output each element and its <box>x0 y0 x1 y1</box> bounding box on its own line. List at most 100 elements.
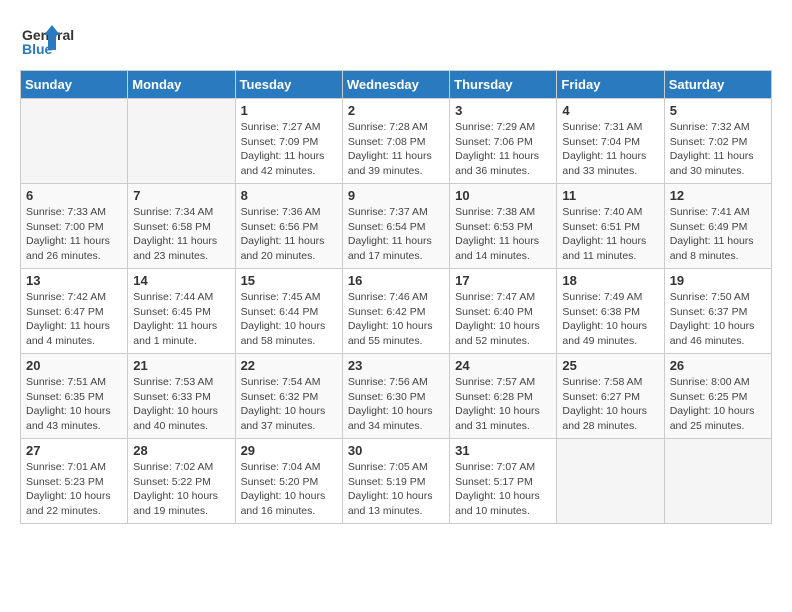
calendar-cell: 8Sunrise: 7:36 AMSunset: 6:56 PMDaylight… <box>235 184 342 269</box>
day-number: 14 <box>133 273 229 288</box>
day-info: Sunrise: 7:47 AMSunset: 6:40 PMDaylight:… <box>455 290 551 349</box>
day-number: 6 <box>26 188 122 203</box>
day-number: 28 <box>133 443 229 458</box>
day-number: 13 <box>26 273 122 288</box>
week-row-4: 20 Sunrise: 7:51 AMSunset: 6:35 PMDayligh… <box>21 354 772 439</box>
day-number: 25 <box>562 358 658 373</box>
day-info: Sunrise: 7:27 AMSunset: 7:09 PMDaylight:… <box>241 120 337 179</box>
svg-text:Blue: Blue <box>22 41 53 57</box>
calendar-cell: 19 Sunrise: 7:50 AMSunset: 6:37 PMDayligh… <box>664 269 771 354</box>
day-number: 19 <box>670 273 766 288</box>
column-header-friday: Friday <box>557 71 664 99</box>
day-info: Sunrise: 7:40 AMSunset: 6:51 PMDaylight:… <box>562 205 658 264</box>
calendar-cell: 10 Sunrise: 7:38 AMSunset: 6:53 PMDayligh… <box>450 184 557 269</box>
day-info: Sunrise: 7:54 AMSunset: 6:32 PMDaylight:… <box>241 375 337 434</box>
logo-icon: General Blue <box>20 20 100 60</box>
day-number: 4 <box>562 103 658 118</box>
day-number: 24 <box>455 358 551 373</box>
calendar-cell <box>21 99 128 184</box>
week-row-3: 13 Sunrise: 7:42 AMSunset: 6:47 PMDayligh… <box>21 269 772 354</box>
calendar-cell: 22 Sunrise: 7:54 AMSunset: 6:32 PMDayligh… <box>235 354 342 439</box>
day-number: 27 <box>26 443 122 458</box>
day-info: Sunrise: 8:00 AMSunset: 6:25 PMDaylight:… <box>670 375 766 434</box>
day-info: Sunrise: 7:50 AMSunset: 6:37 PMDaylight:… <box>670 290 766 349</box>
calendar-cell: 25Sunrise: 7:58 AMSunset: 6:27 PMDayligh… <box>557 354 664 439</box>
day-number: 1 <box>241 103 337 118</box>
day-number: 30 <box>348 443 444 458</box>
day-info: Sunrise: 7:05 AMSunset: 5:19 PMDaylight:… <box>348 460 444 519</box>
column-header-saturday: Saturday <box>664 71 771 99</box>
calendar-cell: 11 Sunrise: 7:40 AMSunset: 6:51 PMDayligh… <box>557 184 664 269</box>
calendar-cell: 6 Sunrise: 7:33 AMSunset: 7:00 PMDaylight… <box>21 184 128 269</box>
day-info: Sunrise: 7:57 AMSunset: 6:28 PMDaylight:… <box>455 375 551 434</box>
day-number: 18 <box>562 273 658 288</box>
day-info: Sunrise: 7:07 AMSunset: 5:17 PMDaylight:… <box>455 460 551 519</box>
calendar-cell: 1 Sunrise: 7:27 AMSunset: 7:09 PMDaylight… <box>235 99 342 184</box>
day-number: 17 <box>455 273 551 288</box>
logo: General Blue <box>20 20 100 60</box>
column-header-tuesday: Tuesday <box>235 71 342 99</box>
calendar-cell: 18Sunrise: 7:49 AMSunset: 6:38 PMDayligh… <box>557 269 664 354</box>
day-info: Sunrise: 7:53 AMSunset: 6:33 PMDaylight:… <box>133 375 229 434</box>
column-header-monday: Monday <box>128 71 235 99</box>
day-number: 29 <box>241 443 337 458</box>
week-row-2: 6 Sunrise: 7:33 AMSunset: 7:00 PMDaylight… <box>21 184 772 269</box>
calendar-cell: 27 Sunrise: 7:01 AMSunset: 5:23 PMDayligh… <box>21 439 128 524</box>
day-info: Sunrise: 7:56 AMSunset: 6:30 PMDaylight:… <box>348 375 444 434</box>
day-number: 21 <box>133 358 229 373</box>
day-info: Sunrise: 7:37 AMSunset: 6:54 PMDaylight:… <box>348 205 444 264</box>
calendar-cell: 12Sunrise: 7:41 AMSunset: 6:49 PMDayligh… <box>664 184 771 269</box>
column-header-thursday: Thursday <box>450 71 557 99</box>
calendar-cell: 7Sunrise: 7:34 AMSunset: 6:58 PMDaylight… <box>128 184 235 269</box>
calendar-cell: 26Sunrise: 8:00 AMSunset: 6:25 PMDayligh… <box>664 354 771 439</box>
calendar-cell: 13 Sunrise: 7:42 AMSunset: 6:47 PMDayligh… <box>21 269 128 354</box>
day-number: 15 <box>241 273 337 288</box>
day-info: Sunrise: 7:45 AMSunset: 6:44 PMDaylight:… <box>241 290 337 349</box>
day-number: 22 <box>241 358 337 373</box>
day-number: 10 <box>455 188 551 203</box>
day-number: 20 <box>26 358 122 373</box>
calendar-cell: 9Sunrise: 7:37 AMSunset: 6:54 PMDaylight… <box>342 184 449 269</box>
day-number: 8 <box>241 188 337 203</box>
day-info: Sunrise: 7:38 AMSunset: 6:53 PMDaylight:… <box>455 205 551 264</box>
day-info: Sunrise: 7:33 AMSunset: 7:00 PMDaylight:… <box>26 205 122 264</box>
calendar-cell: 14Sunrise: 7:44 AMSunset: 6:45 PMDayligh… <box>128 269 235 354</box>
calendar-cell: 24 Sunrise: 7:57 AMSunset: 6:28 PMDayligh… <box>450 354 557 439</box>
calendar-cell: 5 Sunrise: 7:32 AMSunset: 7:02 PMDaylight… <box>664 99 771 184</box>
column-header-sunday: Sunday <box>21 71 128 99</box>
calendar-cell: 3Sunrise: 7:29 AMSunset: 7:06 PMDaylight… <box>450 99 557 184</box>
calendar-cell: 23 Sunrise: 7:56 AMSunset: 6:30 PMDayligh… <box>342 354 449 439</box>
week-row-5: 27 Sunrise: 7:01 AMSunset: 5:23 PMDayligh… <box>21 439 772 524</box>
day-info: Sunrise: 7:42 AMSunset: 6:47 PMDaylight:… <box>26 290 122 349</box>
calendar-cell: 31Sunrise: 7:07 AMSunset: 5:17 PMDayligh… <box>450 439 557 524</box>
calendar-cell <box>557 439 664 524</box>
calendar-cell <box>128 99 235 184</box>
day-info: Sunrise: 7:04 AMSunset: 5:20 PMDaylight:… <box>241 460 337 519</box>
calendar-cell: 29 Sunrise: 7:04 AMSunset: 5:20 PMDayligh… <box>235 439 342 524</box>
column-header-wednesday: Wednesday <box>342 71 449 99</box>
day-info: Sunrise: 7:01 AMSunset: 5:23 PMDaylight:… <box>26 460 122 519</box>
day-number: 16 <box>348 273 444 288</box>
calendar-cell: 4 Sunrise: 7:31 AMSunset: 7:04 PMDaylight… <box>557 99 664 184</box>
week-row-1: 1 Sunrise: 7:27 AMSunset: 7:09 PMDaylight… <box>21 99 772 184</box>
day-number: 5 <box>670 103 766 118</box>
day-info: Sunrise: 7:31 AMSunset: 7:04 PMDaylight:… <box>562 120 658 179</box>
day-info: Sunrise: 7:51 AMSunset: 6:35 PMDaylight:… <box>26 375 122 434</box>
day-number: 2 <box>348 103 444 118</box>
calendar-table: SundayMondayTuesdayWednesdayThursdayFrid… <box>20 70 772 524</box>
day-info: Sunrise: 7:28 AMSunset: 7:08 PMDaylight:… <box>348 120 444 179</box>
header-row: SundayMondayTuesdayWednesdayThursdayFrid… <box>21 71 772 99</box>
day-number: 3 <box>455 103 551 118</box>
day-number: 23 <box>348 358 444 373</box>
page-header: General Blue <box>20 20 772 60</box>
calendar-cell: 16 Sunrise: 7:46 AMSunset: 6:42 PMDayligh… <box>342 269 449 354</box>
calendar-cell <box>664 439 771 524</box>
day-info: Sunrise: 7:02 AMSunset: 5:22 PMDaylight:… <box>133 460 229 519</box>
day-number: 11 <box>562 188 658 203</box>
day-number: 12 <box>670 188 766 203</box>
calendar-cell: 28 Sunrise: 7:02 AMSunset: 5:22 PMDayligh… <box>128 439 235 524</box>
day-info: Sunrise: 7:46 AMSunset: 6:42 PMDaylight:… <box>348 290 444 349</box>
calendar-cell: 21 Sunrise: 7:53 AMSunset: 6:33 PMDayligh… <box>128 354 235 439</box>
day-info: Sunrise: 7:32 AMSunset: 7:02 PMDaylight:… <box>670 120 766 179</box>
calendar-cell: 30 Sunrise: 7:05 AMSunset: 5:19 PMDayligh… <box>342 439 449 524</box>
